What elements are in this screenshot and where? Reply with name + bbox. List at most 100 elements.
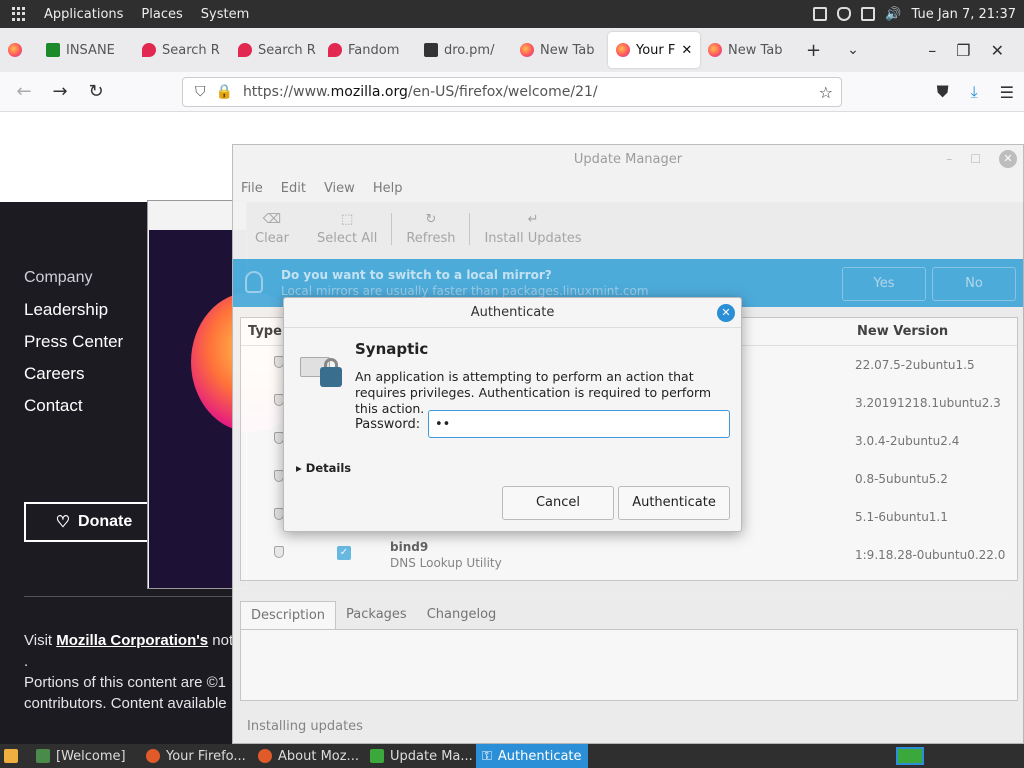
link-careers[interactable]: Careers (24, 358, 123, 390)
footer-prefix: Visit (24, 632, 57, 649)
authenticate-button[interactable]: Authenticate (618, 486, 730, 520)
authenticate-dialog: Authenticate ✕ Synaptic An application i… (283, 297, 742, 532)
applications-menu[interactable]: Applications (44, 7, 123, 22)
disclosure-triangle-icon: ▸ (296, 461, 302, 475)
tab-label: New Tab (540, 42, 595, 58)
taskbar-label: Your Firefo... (166, 748, 246, 764)
install-icon: ↵ (527, 212, 539, 227)
places-menu[interactable]: Places (141, 7, 182, 22)
table-row[interactable]: ✓ bind9 DNS Lookup Utility 1:9.18.28-0ub… (241, 538, 1017, 576)
menu-edit[interactable]: Edit (281, 181, 306, 196)
back-arrow-icon[interactable]: ← (6, 81, 42, 102)
new-tab-plus-icon[interactable]: + (806, 40, 821, 61)
tab-search-2[interactable]: Search R (230, 32, 320, 68)
bookmark-star-icon[interactable]: ☆ (819, 83, 833, 102)
tab-changelog[interactable]: Changelog (417, 601, 507, 629)
row-version: 3.0.4-2ubuntu2.4 (855, 434, 960, 448)
tab-new-2[interactable]: New Tab (700, 32, 796, 68)
password-label: Password: (355, 417, 421, 432)
url-bar[interactable]: ⛉ 🔒 https://www.mozilla.org/en-US/firefo… (182, 77, 842, 107)
shield-icon (274, 546, 284, 558)
col-type[interactable]: Type (248, 324, 282, 339)
tab-insane[interactable]: INSANE (38, 32, 134, 68)
taskbar-item-about-mozilla[interactable]: About Moz... (252, 744, 364, 768)
tab-close-icon[interactable]: ✕ (681, 43, 692, 58)
reload-icon[interactable]: ↻ (78, 81, 114, 102)
mozilla-corporation-link[interactable]: Mozilla Corporation's (56, 632, 208, 649)
row-version: 22.07.5-2ubuntu1.5 (855, 358, 975, 372)
hamburger-menu-icon[interactable]: ☰ (1000, 83, 1014, 102)
dialog-titlebar[interactable]: Authenticate ✕ (284, 298, 741, 328)
maximize-icon[interactable]: ☐ (970, 152, 981, 166)
menu-file[interactable]: File (241, 181, 263, 196)
tab-search-1[interactable]: Search R (134, 32, 230, 68)
cancel-button[interactable]: Cancel (502, 486, 614, 520)
tab-your-firefox[interactable]: Your F ✕ (608, 32, 700, 68)
select-all-label: Select All (317, 231, 378, 246)
clear-button[interactable]: ⌫ Clear (241, 212, 303, 246)
row-checkbox[interactable]: ✓ (337, 546, 351, 560)
system-menu[interactable]: System (201, 7, 249, 22)
firefox-icon (146, 749, 160, 763)
footer-legal-text: Visit Mozilla Corporation's not- . Porti… (24, 630, 234, 714)
mirror-yes-button[interactable]: Yes (842, 267, 926, 301)
close-icon[interactable]: ✕ (999, 150, 1017, 168)
taskbar-item-firefox[interactable]: Your Firefo... (140, 744, 252, 768)
tracking-shield-icon[interactable]: ⛉ (195, 84, 206, 100)
row-version: 1:9.18.28-0ubuntu0.22.0 (855, 548, 1006, 562)
red-site-icon (238, 43, 252, 57)
lock-icon[interactable]: 🔒 (216, 84, 233, 100)
install-updates-button[interactable]: ↵ Install Updates (470, 212, 595, 246)
close-icon[interactable]: ✕ (717, 304, 735, 322)
install-updates-label: Install Updates (484, 231, 582, 246)
tab-fandom[interactable]: Fandom (320, 32, 416, 68)
shield-tray-icon[interactable] (837, 7, 852, 21)
select-all-button[interactable]: ⬚ Select All (303, 212, 391, 246)
details-expander[interactable]: ▸ Details (296, 461, 351, 475)
close-window-icon[interactable]: ✕ (991, 41, 1004, 60)
link-contact[interactable]: Contact (24, 390, 123, 422)
tab-new-1[interactable]: New Tab (512, 32, 608, 68)
tab-description[interactable]: Description (240, 601, 337, 629)
taskbar-item-update-manager[interactable]: Update Ma... (364, 744, 476, 768)
heart-icon: ♡ (55, 514, 71, 531)
dialog-title: Authenticate (470, 305, 555, 320)
list-tabs-chevron-icon[interactable]: ⌄ (847, 42, 859, 58)
maximize-icon[interactable]: ❐ (956, 41, 970, 60)
firefox-icon (8, 43, 22, 57)
clipboard-icon[interactable] (813, 7, 828, 21)
link-press-center[interactable]: Press Center (24, 326, 123, 358)
show-desktop-button[interactable] (0, 744, 30, 768)
window-tray-icon[interactable] (861, 7, 876, 21)
downloads-icon[interactable]: ⤓ (971, 82, 978, 102)
footer-line-3: contributors. Content available (24, 695, 227, 712)
tab-firefox-view[interactable] (0, 32, 38, 68)
tab-label: Search R (162, 42, 220, 58)
link-leadership[interactable]: Leadership (24, 294, 123, 326)
update-manager-titlebar[interactable]: Update Manager – ☐ ✕ (233, 145, 1023, 173)
tab-packages[interactable]: Packages (336, 601, 417, 629)
workspace-switcher-icon[interactable] (896, 747, 924, 765)
url-path: /en-US/firefox/welcome/21/ (407, 84, 598, 100)
footer-dot: . (24, 653, 29, 670)
row-version: 5.1-6ubuntu1.1 (855, 510, 948, 524)
volume-icon[interactable]: 🔊 (885, 7, 901, 22)
mirror-no-button[interactable]: No (932, 267, 1016, 301)
taskbar-item-authenticate[interactable]: ⚿ Authenticate (476, 744, 588, 768)
forward-arrow-icon[interactable]: → (42, 81, 78, 102)
taskbar-item-welcome[interactable]: [Welcome] (30, 744, 140, 768)
donate-button[interactable]: ♡ Donate (24, 502, 164, 542)
tab-label: New Tab (728, 42, 783, 58)
menu-help[interactable]: Help (373, 181, 403, 196)
refresh-button[interactable]: ↻ Refresh (392, 212, 469, 246)
pocket-icon[interactable]: ⛊ (937, 82, 949, 102)
tab-dropm[interactable]: dro.pm/ (416, 32, 512, 68)
col-new-version[interactable]: New Version (857, 324, 948, 339)
minimize-icon[interactable]: – (946, 152, 952, 166)
applications-grid-icon[interactable] (12, 7, 26, 21)
clock[interactable]: Tue Jan 7, 21:37 (911, 7, 1016, 22)
minimize-icon[interactable]: – (928, 41, 936, 60)
password-field[interactable] (428, 410, 730, 438)
menu-view[interactable]: View (324, 181, 355, 196)
taskbar-label: Update Ma... (390, 748, 473, 764)
